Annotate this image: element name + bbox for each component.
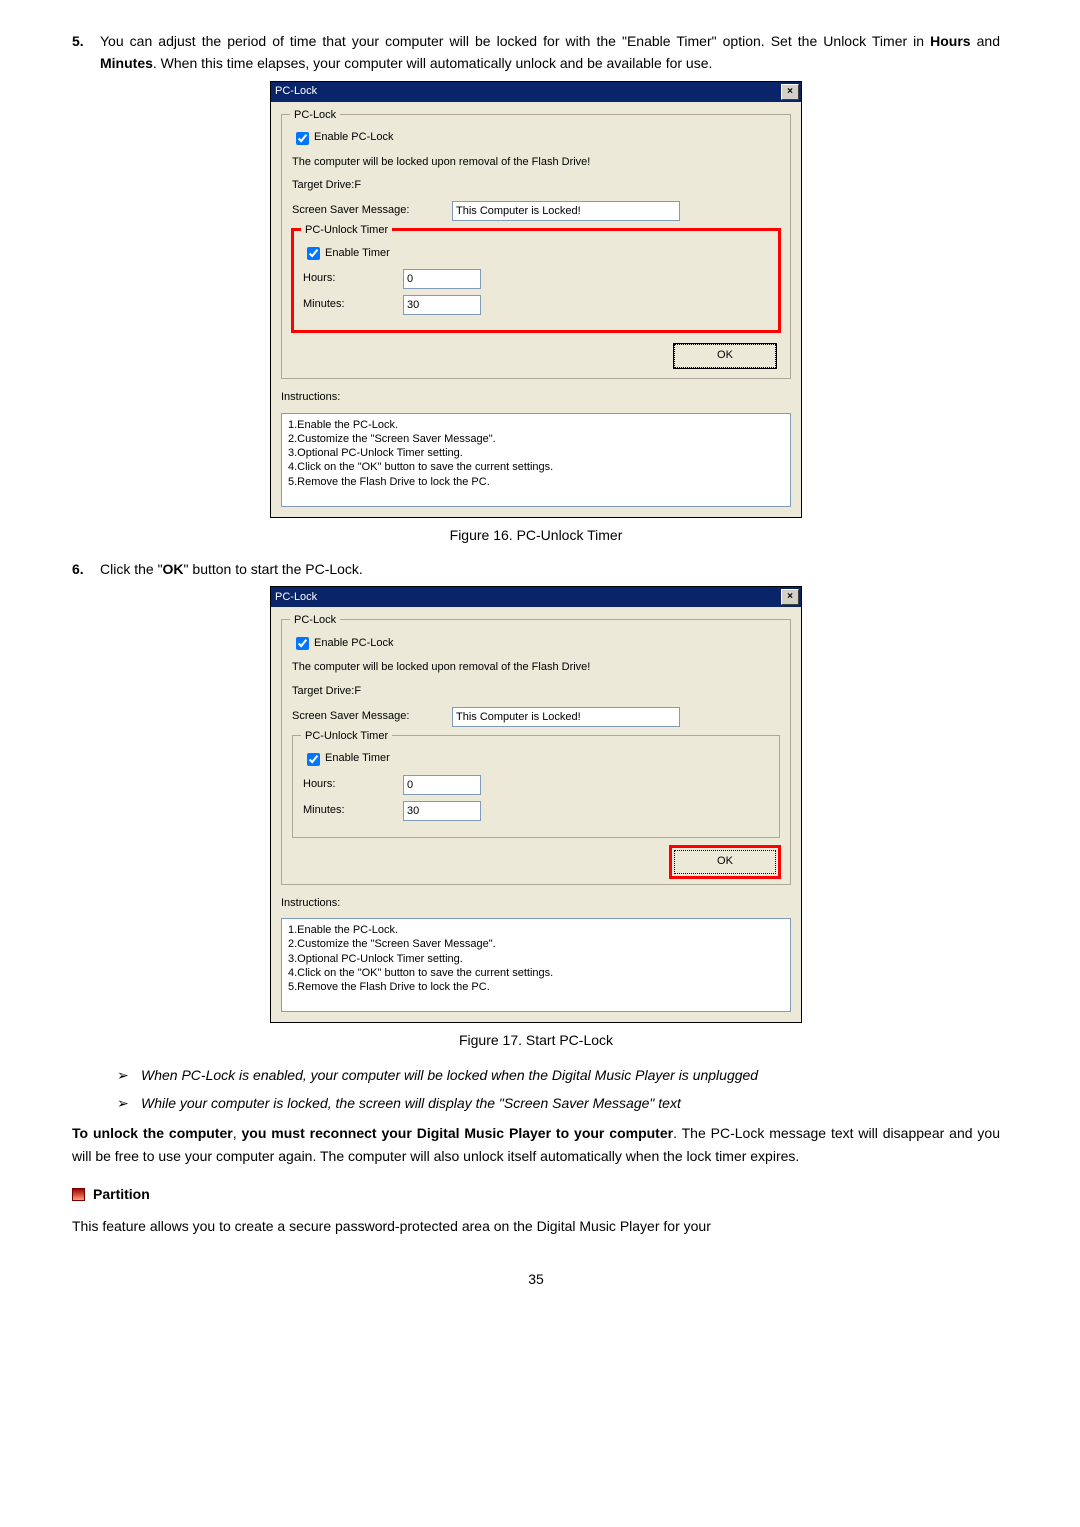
li5-pre: You can adjust the period of time that y… [100,33,930,49]
enable-timer-checkbox[interactable] [307,247,320,260]
ok-button[interactable]: OK [674,344,776,368]
instructions-label: Instructions: [281,389,791,407]
li5-hours: Hours [930,33,970,49]
minutes-input[interactable] [403,295,481,315]
pclock-group: PC-Lock Enable PC-Lock The computer will… [281,114,791,379]
partition-title: Partition [93,1183,150,1205]
instructions-box: 1.Enable the PC-Lock. 2.Customize the "S… [281,413,791,507]
list-num-6: 6. [72,558,100,580]
timer-group-label-2: PC-Unlock Timer [301,728,392,746]
pclock-group-2: PC-Lock Enable PC-Lock The computer will… [281,619,791,884]
ok-button-2[interactable]: OK [674,850,776,874]
minutes-label: Minutes: [303,296,403,314]
locked-message-2: The computer will be locked upon removal… [292,659,780,677]
enable-timer-label: Enable Timer [325,245,390,263]
partition-paragraph: This feature allows you to create a secu… [72,1215,1000,1237]
close-button[interactable]: × [781,84,799,100]
timer-group-2: PC-Unlock Timer Enable Timer Hours: Minu… [292,735,780,838]
figure-17: PC-Lock × PC-Lock Enable PC-Lock The com… [72,586,1000,1023]
li5-minutes: Minutes [100,55,153,71]
ssm-label: Screen Saver Message: [292,202,452,220]
timer-group-label: PC-Unlock Timer [301,222,392,240]
close-icon-2: × [787,589,793,605]
minutes-label-2: Minutes: [303,802,403,820]
enable-pclock-label: Enable PC-Lock [314,129,394,147]
pclock-dialog-2: PC-Lock × PC-Lock Enable PC-Lock The com… [270,586,802,1023]
list-item-5: 5. You can adjust the period of time tha… [72,30,1000,75]
list-body-6: Click the "OK" button to start the PC-Lo… [100,558,1000,580]
timer-group: PC-Unlock Timer Enable Timer Hours: Minu… [292,229,780,332]
hours-input-2[interactable] [403,775,481,795]
figure-16-caption: Figure 16. PC-Unlock Timer [72,524,1000,546]
unlock-b1: To unlock the computer [72,1125,233,1141]
figure-17-caption: Figure 17. Start PC-Lock [72,1029,1000,1051]
enable-timer-checkbox-2[interactable] [307,753,320,766]
list-body-5: You can adjust the period of time that y… [100,30,1000,75]
target-drive: Target Drive:F [292,177,780,195]
pclock-dialog-1: PC-Lock × PC-Lock Enable PC-Lock The com… [270,81,802,518]
hours-input[interactable] [403,269,481,289]
hours-label-2: Hours: [303,776,403,794]
unlock-paragraph: To unlock the computer, you must reconne… [72,1122,1000,1167]
pclock-group-label-2: PC-Lock [290,612,340,630]
li6-pre: Click the " [100,561,163,577]
li5-and: and [971,33,1000,49]
minutes-input-2[interactable] [403,801,481,821]
enable-pclock-checkbox-2[interactable] [296,637,309,650]
figure-16: PC-Lock × PC-Lock Enable PC-Lock The com… [72,81,1000,518]
unlock-b2: you must reconnect your Digital Music Pl… [242,1125,674,1141]
bullet-1: When PC-Lock is enabled, your computer w… [141,1064,1000,1086]
ssm-input-2[interactable] [452,707,680,727]
instructions-label-2: Instructions: [281,895,791,913]
enable-pclock-checkbox[interactable] [296,132,309,145]
instructions-box-2: 1.Enable the PC-Lock. 2.Customize the "S… [281,918,791,1012]
enable-pclock-label-2: Enable PC-Lock [314,635,394,653]
list-num-5: 5. [72,30,100,75]
arrow-icon: ➢ [117,1064,141,1086]
locked-message: The computer will be locked upon removal… [292,154,780,172]
unlock-mid: , [233,1125,242,1141]
li6-post: " button to start the PC-Lock. [184,561,363,577]
dialog-title-2: PC-Lock [275,589,317,607]
ssm-input[interactable] [452,201,680,221]
close-icon: × [787,84,793,100]
dialog-title: PC-Lock [275,83,317,101]
target-drive-2: Target Drive:F [292,683,780,701]
li6-ok: OK [163,561,184,577]
titlebar-2: PC-Lock × [271,587,801,607]
page-number: 35 [72,1268,1000,1290]
square-bullet-icon [72,1188,85,1201]
bullet-list: ➢ When PC-Lock is enabled, your computer… [117,1064,1000,1115]
list-item-6: 6. Click the "OK" button to start the PC… [72,558,1000,580]
pclock-group-label: PC-Lock [290,107,340,125]
hours-label: Hours: [303,270,403,288]
enable-timer-label-2: Enable Timer [325,750,390,768]
li5-post: . When this time elapses, your computer … [153,55,713,71]
arrow-icon: ➢ [117,1092,141,1114]
ssm-label-2: Screen Saver Message: [292,708,452,726]
titlebar: PC-Lock × [271,82,801,102]
partition-heading: Partition [72,1183,1000,1205]
bullet-2: While your computer is locked, the scree… [141,1092,1000,1114]
close-button-2[interactable]: × [781,589,799,605]
